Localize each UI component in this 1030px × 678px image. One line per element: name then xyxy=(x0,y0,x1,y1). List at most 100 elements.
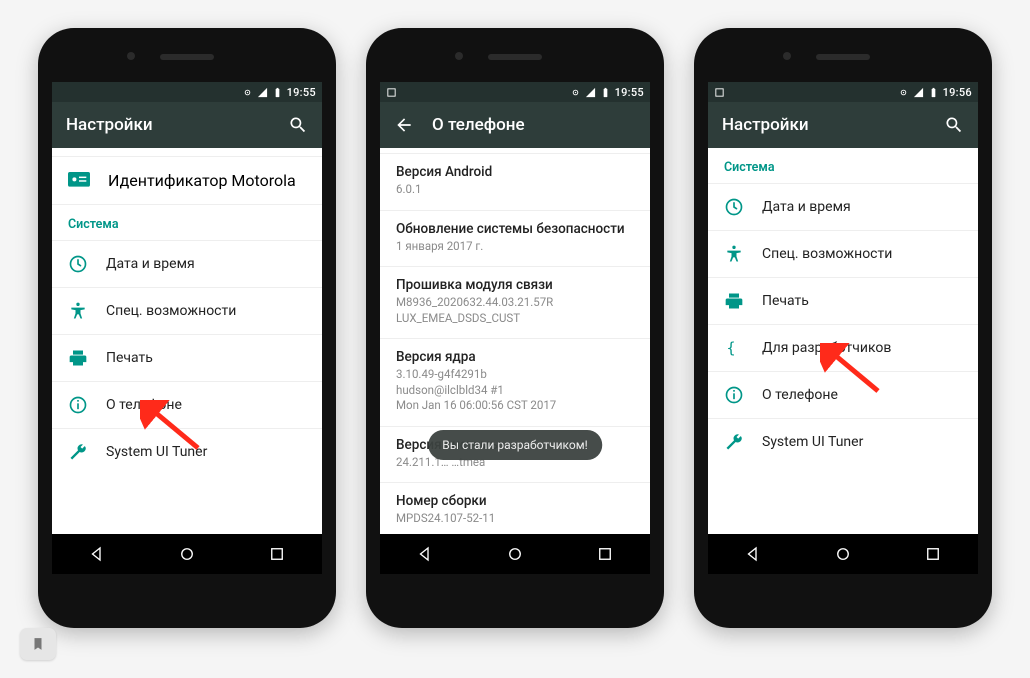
info-row[interactable]: Версия ядра 3.10.49-g4f4291b hudson@ilcl… xyxy=(380,339,650,427)
print-icon xyxy=(68,348,88,368)
info-icon xyxy=(724,385,744,405)
list-item[interactable]: Печать xyxy=(708,278,978,325)
nav-recents-button[interactable] xyxy=(593,542,617,566)
nav-home-button[interactable] xyxy=(175,542,199,566)
clock-icon xyxy=(724,197,744,217)
phone-frame: 19:56 Настройки Система Дата и время Спе… xyxy=(694,28,992,628)
phone-frame: 19:55 О телефоне Версия Android 6.0.1 Об… xyxy=(366,28,664,628)
nav-bar xyxy=(708,534,978,574)
list-item[interactable]: { } Для разработчиков xyxy=(708,325,978,372)
phone-screen: 19:55 Настройки Идентификатор Motorola С… xyxy=(52,82,322,574)
list-item[interactable]: Дата и время xyxy=(708,184,978,231)
info-row[interactable]: Версия Android 6.0.1 xyxy=(380,154,650,211)
nav-recents-button[interactable] xyxy=(265,542,289,566)
search-icon[interactable] xyxy=(288,115,308,135)
app-bar: О телефоне xyxy=(380,102,650,148)
phone-screen: 19:55 О телефоне Версия Android 6.0.1 Об… xyxy=(380,82,650,574)
app-bar: Настройки xyxy=(708,102,978,148)
list-item-label: Идентификатор Motorola xyxy=(108,171,296,190)
toast-message: Вы стали разработчиком! xyxy=(428,430,602,460)
nav-home-button[interactable] xyxy=(503,542,527,566)
info-row[interactable]: Прошивка модуля связи M8936_2020632.44.0… xyxy=(380,267,650,339)
nav-bar xyxy=(52,534,322,574)
list-item[interactable]: О телефоне xyxy=(708,372,978,419)
info-subtitle: 3.10.49-g4f4291b hudson@ilclbld34 #1 Mon… xyxy=(396,367,634,414)
clock-icon xyxy=(68,254,88,274)
list-item-label: О телефоне xyxy=(762,387,838,403)
screenshot-icon xyxy=(386,87,397,98)
accessibility-icon xyxy=(68,301,88,321)
section-header: Система xyxy=(708,148,978,184)
info-subtitle: 6.0.1 xyxy=(396,182,634,198)
search-icon[interactable] xyxy=(944,115,964,135)
list-item-label: Для разработчиков xyxy=(762,340,891,356)
nav-home-button[interactable] xyxy=(831,542,855,566)
info-title: Обновление системы безопасности xyxy=(396,221,634,237)
info-row[interactable]: Обновление системы безопасности 1 января… xyxy=(380,211,650,268)
info-subtitle: 1 января 2017 г. xyxy=(396,239,634,255)
section-header: Система xyxy=(52,205,322,241)
location-icon xyxy=(242,87,253,98)
phone-screen: 19:56 Настройки Система Дата и время Спе… xyxy=(708,82,978,574)
status-bar: 19:55 xyxy=(380,82,650,102)
print-icon xyxy=(724,291,744,311)
phone-sensor xyxy=(455,52,463,60)
nav-back-button[interactable] xyxy=(85,542,109,566)
bookmark-chip[interactable] xyxy=(20,628,56,660)
list-item-label: System UI Tuner xyxy=(762,434,863,450)
phone-speaker xyxy=(488,54,542,60)
accessibility-icon xyxy=(724,244,744,264)
nav-back-button[interactable] xyxy=(413,542,437,566)
status-clock: 19:55 xyxy=(287,86,316,99)
list-item[interactable]: Спец. возможности xyxy=(52,288,322,335)
list-item[interactable]: О телефоне xyxy=(52,382,322,429)
battery-icon xyxy=(928,87,939,98)
location-icon xyxy=(570,87,581,98)
appbar-title: О телефоне xyxy=(432,115,636,135)
nav-bar xyxy=(380,534,650,574)
screenshot-icon xyxy=(714,87,725,98)
list-item-label: Печать xyxy=(762,293,809,309)
app-bar: Настройки xyxy=(52,102,322,148)
back-arrow-icon[interactable] xyxy=(394,115,414,135)
list-item[interactable]: System UI Tuner xyxy=(708,419,978,465)
wrench-icon xyxy=(724,432,744,452)
wrench-icon xyxy=(68,442,88,462)
phone-speaker xyxy=(816,54,870,60)
battery-icon xyxy=(600,87,611,98)
list-item-label: О телефоне xyxy=(106,397,182,413)
info-row[interactable]: Номер сборки MPDS24.107-52-11 xyxy=(380,483,650,534)
phone-sensor xyxy=(127,52,135,60)
info-icon xyxy=(68,395,88,415)
list-item[interactable]: Дата и время xyxy=(52,241,322,288)
phone-speaker xyxy=(160,54,214,60)
list-item-label: System UI Tuner xyxy=(106,444,207,460)
list-item[interactable]: Спец. возможности xyxy=(708,231,978,278)
settings-content: Идентификатор Motorola Система Дата и вр… xyxy=(52,148,322,534)
list-item[interactable]: Печать xyxy=(52,335,322,382)
svg-text:{ }: { } xyxy=(727,339,745,357)
status-bar: 19:56 xyxy=(708,82,978,102)
location-icon xyxy=(898,87,909,98)
list-item[interactable]: System UI Tuner xyxy=(52,429,322,475)
list-item-label: Дата и время xyxy=(762,199,851,215)
info-title: Версия Android xyxy=(396,164,634,180)
battery-icon xyxy=(272,87,283,98)
list-item[interactable]: Идентификатор Motorola xyxy=(52,157,322,205)
status-clock: 19:56 xyxy=(943,86,972,99)
phone-sensor xyxy=(783,52,791,60)
list-item-label: Спец. возможности xyxy=(106,303,236,319)
nav-recents-button[interactable] xyxy=(921,542,945,566)
status-bar: 19:55 xyxy=(52,82,322,102)
about-content[interactable]: Версия Android 6.0.1 Обновление системы … xyxy=(380,148,650,534)
nav-back-button[interactable] xyxy=(741,542,765,566)
info-subtitle: MPDS24.107-52-11 xyxy=(396,511,634,527)
id-card-icon xyxy=(68,172,90,190)
list-item-label: Дата и время xyxy=(106,256,195,272)
signal-icon xyxy=(913,87,924,98)
list-item-label: Спец. возможности xyxy=(762,246,892,262)
info-title: Прошивка модуля связи xyxy=(396,277,634,293)
list-item-label: Печать xyxy=(106,350,153,366)
signal-icon xyxy=(585,87,596,98)
status-clock: 19:55 xyxy=(615,86,644,99)
